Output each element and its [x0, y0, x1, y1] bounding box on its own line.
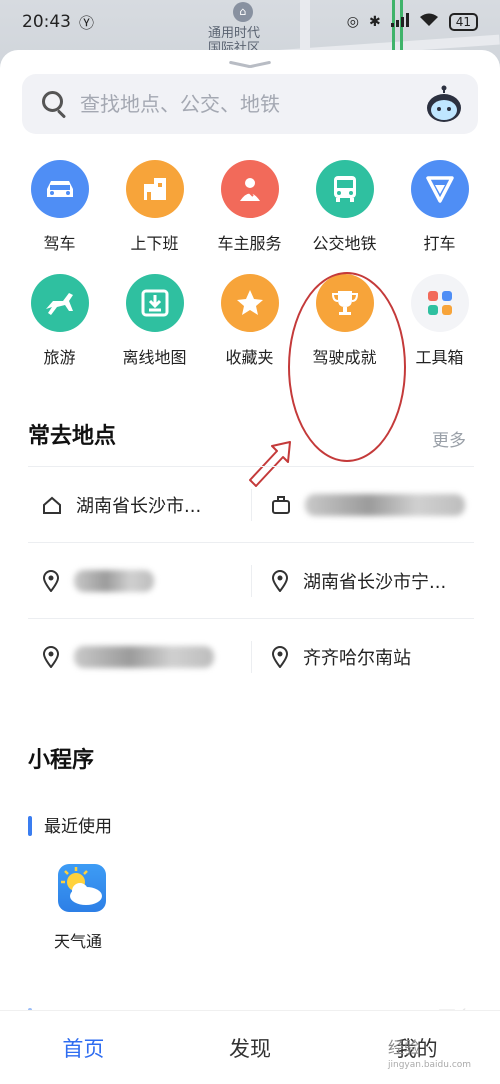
- place-text: 湖南省长沙市...: [76, 495, 202, 517]
- feature-commute[interactable]: 上下班: [107, 160, 202, 274]
- star-icon: [220, 274, 279, 332]
- feature-label: 旅游: [43, 348, 76, 367]
- feature-owner-service[interactable]: 车主服务: [202, 160, 297, 274]
- divider: [251, 489, 252, 521]
- feature-bus-metro[interactable]: 公交地铁: [297, 160, 392, 274]
- location-pin-icon: [42, 645, 60, 668]
- feature-travel[interactable]: 旅游: [12, 274, 107, 388]
- frequent-places-row: 湖南省长沙市...: [28, 466, 474, 542]
- feature-label: 打车: [423, 234, 456, 253]
- home-icon: [43, 496, 61, 514]
- bluetooth-icon: ✱: [368, 14, 381, 30]
- tab-home[interactable]: 首页: [0, 1033, 167, 1063]
- divider: [251, 565, 252, 597]
- feature-label: 收藏夹: [225, 348, 274, 367]
- voice-assistant-robot-icon[interactable]: [424, 85, 464, 123]
- status-time: 20:43: [22, 12, 71, 32]
- weather-app-label[interactable]: 天气通: [54, 928, 102, 952]
- frequent-places-row: 湖南省长沙市宁...: [28, 542, 474, 618]
- frequent-places-row: 齐齐哈尔南站: [28, 618, 474, 694]
- blurred-address: [74, 645, 214, 668]
- feature-offline-map[interactable]: 离线地图: [107, 274, 202, 388]
- notification-icon: Ⓨ: [79, 13, 95, 32]
- feature-label: 离线地图: [122, 348, 187, 367]
- bus-icon: [315, 160, 374, 218]
- place-item[interactable]: [28, 543, 251, 618]
- feature-taxi[interactable]: 打车: [392, 160, 487, 274]
- feature-label: 车主服务: [217, 234, 282, 253]
- feature-row-2: 旅游 离线地图 收藏夹 驾驶成就 工具箱: [0, 274, 500, 388]
- wifi-icon: [419, 13, 439, 31]
- location-pin-icon: [271, 569, 289, 592]
- blurred-address: [74, 569, 154, 592]
- place-text: 齐齐哈尔南站: [303, 647, 411, 669]
- annotation-ellipse: [288, 272, 406, 462]
- car-icon: [30, 160, 89, 218]
- taxi-v-icon: [410, 160, 469, 218]
- divider: [251, 641, 252, 673]
- frequent-places-title: 常去地点: [28, 424, 117, 449]
- place-home[interactable]: 湖南省长沙市...: [28, 467, 251, 542]
- status-bar: 20:43 Ⓨ ◎ ✱ 41: [0, 0, 500, 44]
- section-accent-bar: [28, 816, 32, 836]
- watermark: 经验 jingyan.baidu.com: [388, 1034, 471, 1070]
- place-item[interactable]: [28, 619, 251, 694]
- place-text: 湖南省长沙市宁...: [303, 571, 447, 593]
- feature-drive[interactable]: 驾车: [12, 160, 107, 274]
- feature-toolbox[interactable]: 工具箱: [392, 274, 487, 388]
- feature-label: 上下班: [130, 234, 179, 253]
- status-icons: ◎ ✱ 41: [347, 13, 478, 31]
- recent-used-label: 最近使用: [44, 817, 112, 837]
- place-work[interactable]: [251, 467, 474, 542]
- search-input[interactable]: [80, 92, 410, 116]
- bottom-sheet: 驾车 上下班 车主服务 公交地铁: [0, 50, 500, 1084]
- work-icon: [272, 495, 290, 514]
- weather-app-icon[interactable]: [58, 864, 106, 912]
- blurred-address: [305, 493, 465, 516]
- commute-building-icon: [125, 160, 184, 218]
- toolbox-grid-icon: [410, 274, 469, 332]
- feature-label: 驾车: [43, 234, 76, 253]
- search-icon: [42, 91, 68, 119]
- feature-grid: 驾车 上下班 车主服务 公交地铁 打车 旅游 离线地图 收藏夹 驾驶成就 工具箱: [0, 160, 500, 388]
- place-item[interactable]: 齐齐哈尔南站: [251, 619, 474, 694]
- search-bar[interactable]: [22, 74, 478, 134]
- place-item[interactable]: 湖南省长沙市宁...: [251, 543, 474, 618]
- location-pin-icon: [42, 569, 60, 592]
- download-icon: [125, 274, 184, 332]
- feature-favorites[interactable]: 收藏夹: [202, 274, 297, 388]
- battery-indicator: 41: [448, 13, 478, 31]
- tab-discover[interactable]: 发现: [167, 1033, 334, 1063]
- mini-programs-title: 小程序: [28, 748, 95, 773]
- feature-label: 公交地铁: [312, 234, 377, 253]
- owner-service-icon: [220, 160, 279, 218]
- sheet-drag-handle[interactable]: [229, 60, 271, 70]
- signal-icon: [390, 13, 409, 31]
- watermark-main: 经验: [388, 1038, 421, 1057]
- hotspot-icon: ◎: [346, 14, 359, 30]
- feature-label: 工具箱: [415, 348, 464, 367]
- location-pin-icon: [271, 645, 289, 668]
- frequent-places-more-link[interactable]: 更多: [432, 426, 466, 451]
- feature-row-1: 驾车 上下班 车主服务 公交地铁 打车: [0, 160, 500, 274]
- watermark-sub: jingyan.baidu.com: [388, 1060, 472, 1070]
- horse-icon: [30, 274, 89, 332]
